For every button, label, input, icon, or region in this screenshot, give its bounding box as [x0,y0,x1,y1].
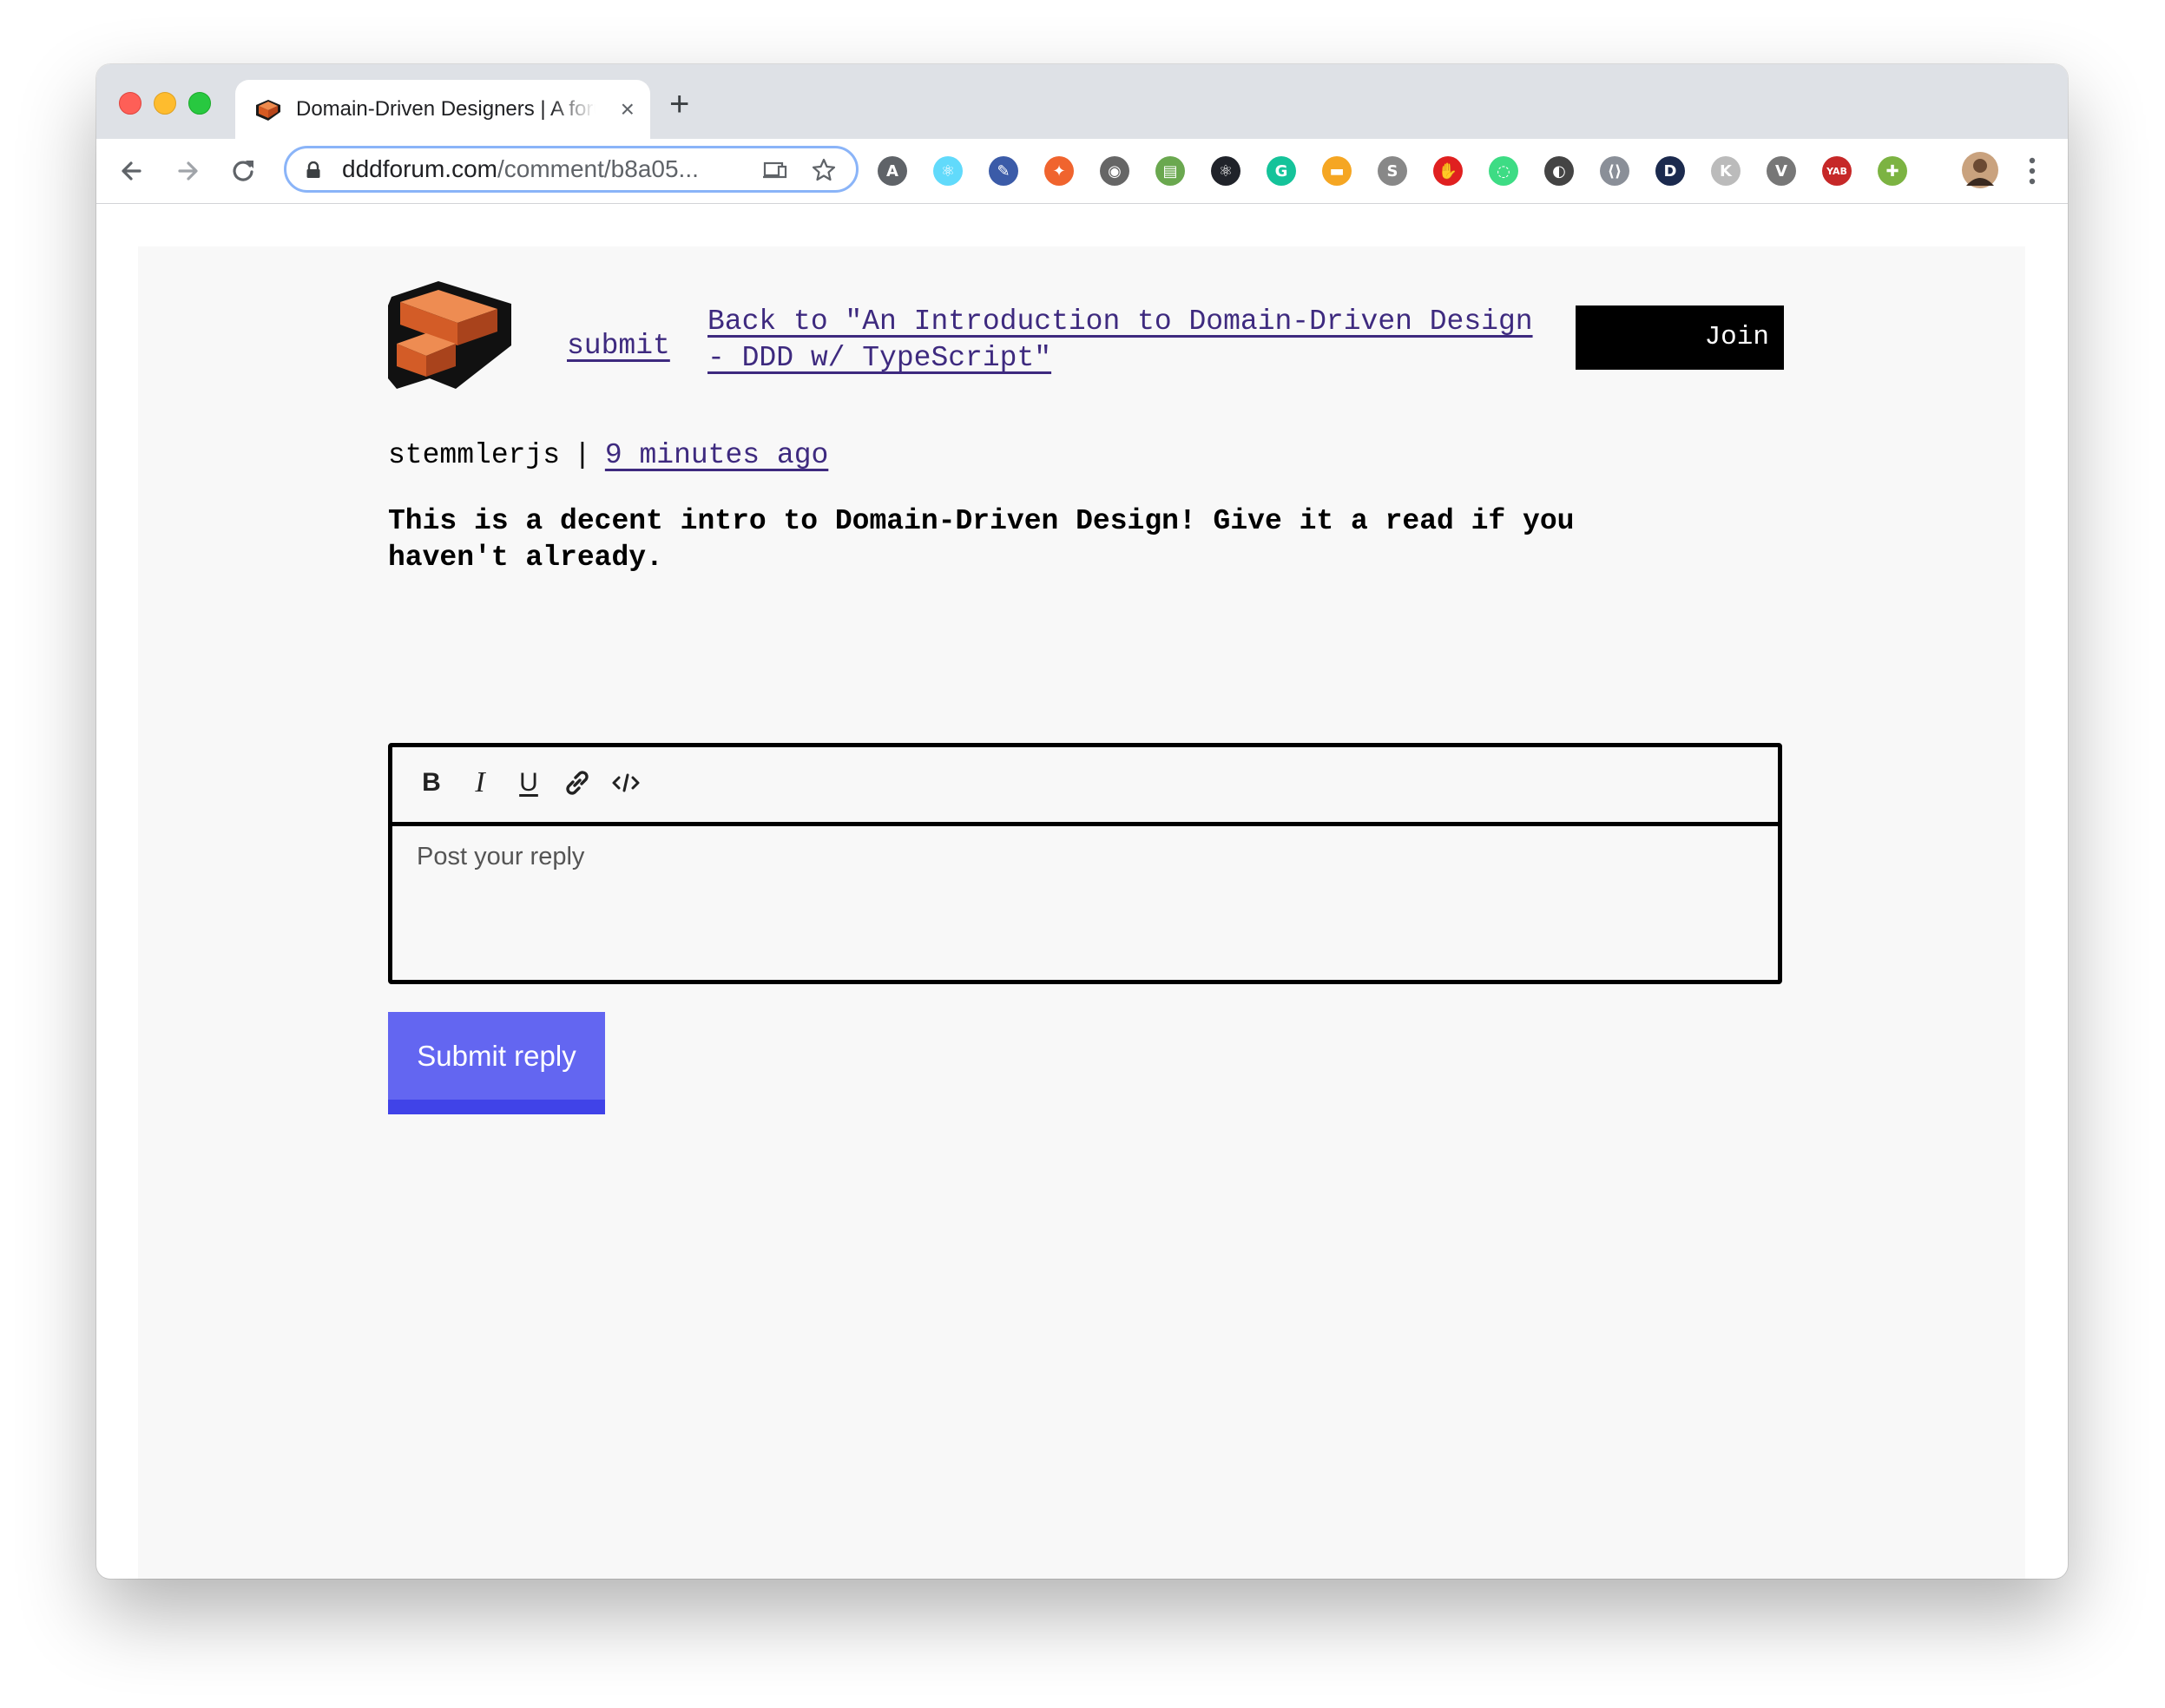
grammarly-icon[interactable]: G [1267,156,1296,186]
comment-author[interactable]: stemmlerjs [388,439,560,471]
underline-button[interactable]: U [510,765,547,801]
reload-icon[interactable] [225,153,261,189]
close-window-button[interactable] [119,92,141,115]
s-extension-icon[interactable]: S [1378,156,1407,186]
yab-extension-icon[interactable]: YAB [1822,156,1852,186]
adblock-icon[interactable]: ✋ [1433,156,1463,186]
print-extension-icon[interactable]: ▤ [1155,156,1185,186]
profile-avatar[interactable] [1961,151,1999,189]
submit-reply-button[interactable]: Submit reply [388,1012,605,1114]
analytics-extension-icon[interactable]: ▬ [1322,156,1352,186]
angular-extension-icon[interactable]: A [878,156,907,186]
tab-title: Domain-Driven Designers | A forum [296,97,596,121]
comment-time-link[interactable]: 9 minutes ago [605,439,828,471]
tab-active[interactable]: Domain-Driven Designers | A forum × [235,80,650,139]
back-to-post-link[interactable]: Back to "An Introduction to Domain-Drive… [707,304,1558,377]
bold-button[interactable]: B [413,765,450,801]
ublock-icon[interactable]: ✦ [1044,156,1074,186]
link-icon[interactable] [559,765,596,801]
vue-devtools-icon[interactable]: V [1767,156,1796,186]
dx-extension-icon[interactable]: D [1655,156,1685,186]
tab-close-icon[interactable]: × [621,80,635,139]
bookmark-star-icon[interactable] [811,157,837,183]
italic-button[interactable]: I [462,765,498,801]
cast-device-icon[interactable] [762,157,788,183]
comment-text: This is a decent intro to Domain-Driven … [388,505,1575,574]
more-menu-icon[interactable] [2028,154,2037,187]
page-content: submit Back to "An Introduction to Domai… [138,246,2025,1579]
dark-mode-icon[interactable]: ◐ [1544,156,1574,186]
comment-meta: stemmlerjs | 9 minutes ago [388,439,828,471]
dddforum-favicon-icon [256,100,280,121]
lock-icon [306,161,320,178]
join-button[interactable]: Join [1576,305,1784,370]
meta-separator: | [574,439,591,471]
code-icon[interactable] [608,765,644,801]
back-arrow-icon[interactable] [114,153,150,189]
video-extension-icon[interactable]: ◉ [1100,156,1129,186]
reply-editor: B I U Post your reply [388,743,1782,984]
url-text: dddforum.com/comment/b8a05... [342,155,699,182]
react-devtools-icon[interactable]: ⚛ [933,156,963,186]
forward-arrow-icon[interactable] [169,153,206,189]
tab-strip: Domain-Driven Designers | A forum × + [96,64,2068,139]
color-picker-icon[interactable]: ✎ [989,156,1018,186]
new-tab-button[interactable]: + [669,85,689,123]
react-extension-icon[interactable]: ⚛ [1211,156,1240,186]
editor-toolbar: B I U [392,747,1778,826]
address-bar[interactable]: dddforum.com/comment/b8a05... [284,146,859,193]
reply-input[interactable]: Post your reply [417,843,1754,871]
browser-toolbar: dddforum.com/comment/b8a05... A ⚛ ✎ ✦ ◉ ▤ ⚛ G ▬ S… [96,139,2068,204]
android-extension-icon[interactable]: ✚ [1878,156,1907,186]
loading-extension-icon[interactable]: ◌ [1489,156,1518,186]
code-extension-icon[interactable]: ⟨⟩ [1600,156,1629,186]
maximize-window-button[interactable] [188,92,211,115]
dddforum-logo[interactable] [388,279,511,392]
submit-link[interactable]: submit [567,330,670,362]
browser-window: Domain-Driven Designers | A forum × + dd… [96,64,2068,1579]
k-extension-icon[interactable]: K [1711,156,1741,186]
minimize-window-button[interactable] [154,92,176,115]
